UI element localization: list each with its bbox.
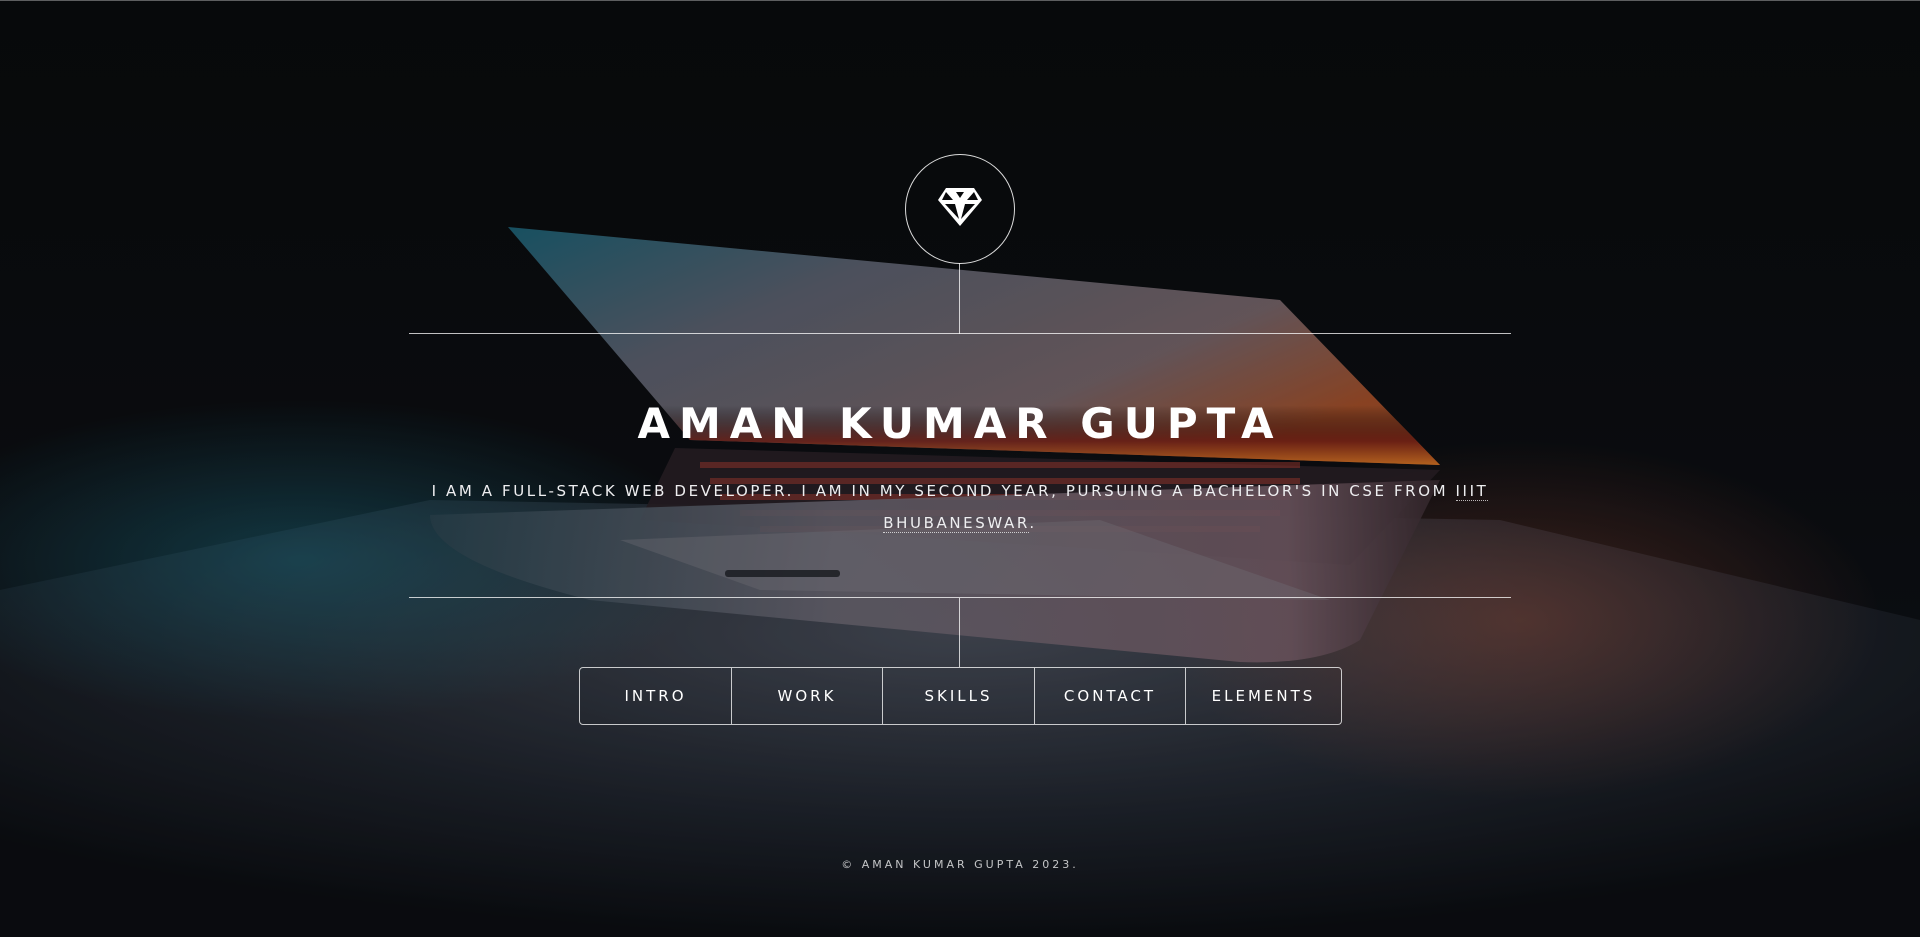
header-top-divider [409,333,1511,334]
intro-text: I am a full-stack web developer. I am in… [409,475,1511,539]
footer-copyright: © AMAN KUMAR GUPTA 2023. [841,858,1079,871]
page: AMAN KUMAR GUPTA I am a full-stack web d… [0,0,1920,937]
page-title: AMAN KUMAR GUPTA [637,399,1283,448]
background-overlay [0,0,1920,937]
nav-item-work[interactable]: WORK [731,668,882,724]
nav-item-intro[interactable]: INTRO [580,668,731,724]
logo-connector-line [959,263,960,334]
header-bottom-divider [409,597,1511,598]
top-border [0,0,1920,1]
intro-text-prefix: I am a full-stack web developer. I am in… [431,482,1456,500]
nav-connector-line [959,598,960,667]
nav-item-contact[interactable]: CONTACT [1034,668,1185,724]
intro-text-suffix: . [1029,514,1037,532]
nav-item-skills[interactable]: SKILLS [882,668,1034,724]
diamond-icon [936,186,984,233]
nav-item-elements[interactable]: ELEMENTS [1185,668,1341,724]
main-nav: INTRO WORK SKILLS CONTACT ELEMENTS [579,667,1342,725]
logo [905,154,1015,264]
